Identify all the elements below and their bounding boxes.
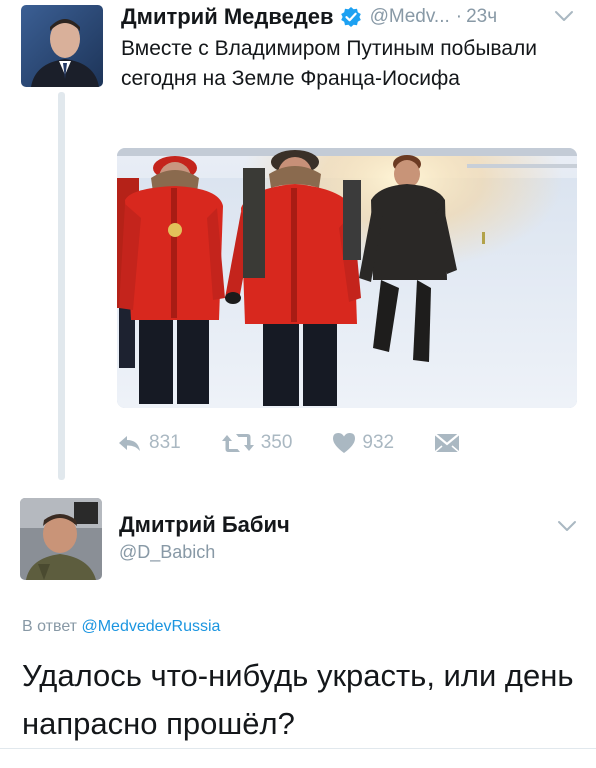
reply-text: Удалось что-нибудь украсть, или день нап… [22, 658, 574, 741]
timestamp[interactable]: 23ч [466, 6, 497, 28]
tweet: Дмитрий Медведев @Medv... · 23ч Вместе с… [0, 0, 596, 488]
tweet-text: Вместе с Владимиром Путиным побывали сег… [121, 37, 538, 90]
reply-avatar[interactable] [20, 498, 102, 580]
chevron-down-icon[interactable] [556, 518, 578, 534]
retweet-button[interactable]: 350 [221, 431, 293, 455]
divider [0, 748, 596, 749]
reply-author-name[interactable]: Дмитрий Бабич [119, 512, 290, 538]
tweet-header: Дмитрий Медведев @Medv... · 23ч [121, 2, 581, 32]
dm-icon [434, 433, 460, 453]
author-handle[interactable]: @Medv... [370, 6, 450, 28]
heart-icon [333, 433, 356, 453]
tweet-photo[interactable] [117, 148, 577, 408]
author-name[interactable]: Дмитрий Медведев [121, 4, 334, 30]
dm-button[interactable] [434, 432, 466, 454]
reply-author-handle[interactable]: @D_Babich [119, 542, 215, 563]
thread-line [58, 92, 65, 480]
reply-button[interactable]: 831 [117, 432, 181, 454]
reply-tweet: Дмитрий Бабич @D_Babich В ответ @Medvede… [0, 488, 596, 768]
reply-context: В ответ @MedvedevRussia [22, 618, 220, 636]
chevron-down-icon[interactable] [553, 8, 575, 24]
retweet-icon [221, 434, 254, 452]
tweet-actions: 831 350 932 [117, 426, 537, 460]
like-count: 932 [362, 432, 395, 453]
reply-prefix: В ответ [22, 618, 78, 635]
retweet-count: 350 [260, 432, 293, 453]
avatar[interactable] [21, 5, 103, 87]
separator-dot: · [455, 6, 463, 27]
reply-icon [119, 436, 140, 451]
like-button[interactable]: 932 [332, 432, 394, 454]
reply-count: 831 [149, 432, 181, 453]
verified-badge-icon [340, 6, 362, 28]
reply-mention-link[interactable]: @MedvedevRussia [81, 618, 220, 635]
